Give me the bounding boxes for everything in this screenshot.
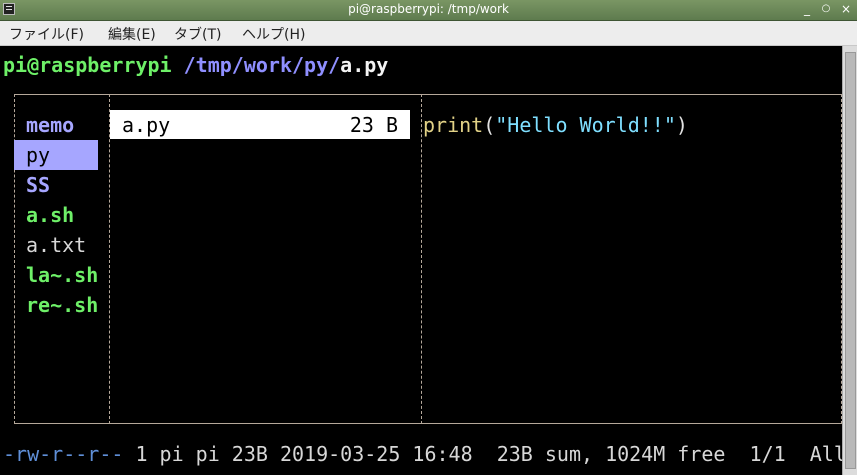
- maximize-button[interactable]: ○: [818, 1, 834, 17]
- menu-file[interactable]: ファイル(F): [9, 24, 84, 44]
- parent-item-re-sh[interactable]: re~.sh: [26, 290, 98, 320]
- current-file-size: 23 B: [349, 113, 398, 137]
- menu-help[interactable]: ヘルプ(H): [242, 24, 305, 44]
- frame-top-border: [14, 94, 842, 95]
- preview-open-paren: (: [483, 113, 496, 137]
- status-permissions: -rw-r--r--: [3, 442, 124, 466]
- prompt-user-host: pi@raspberrypi: [3, 53, 172, 77]
- prompt-path: /tmp/work/py/: [171, 53, 341, 77]
- file-preview: print("Hello World!!"): [423, 110, 688, 140]
- current-file-name: a.py: [122, 113, 171, 137]
- scrollbar-thumb[interactable]: [845, 52, 856, 469]
- parent-item-la-sh[interactable]: la~.sh: [26, 260, 98, 290]
- terminal-scrollbar[interactable]: [842, 46, 857, 475]
- minimize-button[interactable]: _: [799, 1, 815, 17]
- parent-item-memo[interactable]: memo: [26, 110, 74, 140]
- window-title: pi@raspberrypi: /tmp/work: [348, 2, 509, 16]
- window-titlebar[interactable]: pi@raspberrypi: /tmp/work _ ○ ×: [0, 0, 857, 21]
- menu-tab[interactable]: タブ(T): [174, 24, 221, 44]
- parent-item-ss[interactable]: SS: [26, 170, 50, 200]
- parent-item-a-sh[interactable]: a.sh: [26, 200, 74, 230]
- terminal-area[interactable]: pi@raspberrypi /tmp/work/py/a.py memo py…: [0, 46, 846, 475]
- parent-item-a-txt[interactable]: a.txt: [26, 230, 86, 260]
- preview-func: print: [423, 113, 484, 137]
- preview-close-paren: ): [675, 113, 688, 137]
- parent-item-py-label: py: [26, 143, 51, 167]
- current-file-row[interactable]: a.py 23 B: [110, 110, 410, 139]
- pane-divider-2: [421, 94, 422, 424]
- pane-divider-1: [109, 94, 110, 424]
- menu-edit[interactable]: 編集(E): [108, 24, 156, 44]
- status-line: -rw-r--r-- 1 pi pi 23B 2019-03-25 16:48 …: [3, 439, 846, 469]
- prompt-line: pi@raspberrypi /tmp/work/py/a.py: [3, 50, 388, 80]
- menu-bar: ファイル(F) 編集(E) タブ(T) ヘルプ(H): [0, 21, 857, 46]
- status-info: 1 pi pi 23B 2019-03-25 16:48 23B sum, 10…: [123, 442, 846, 466]
- parent-item-py-selected[interactable]: py: [14, 140, 98, 170]
- close-button[interactable]: ×: [838, 1, 854, 17]
- prompt-file: a.py: [340, 53, 389, 77]
- frame-bottom-border: [14, 423, 842, 424]
- preview-string: "Hello World!!": [495, 113, 676, 137]
